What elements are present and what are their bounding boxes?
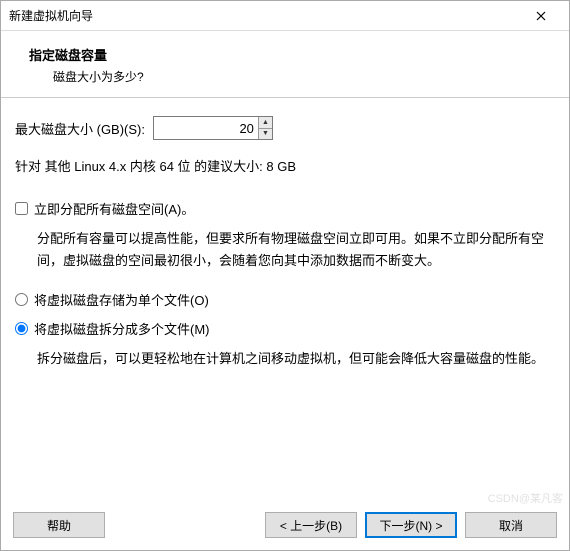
allocate-now-row: 立即分配所有磁盘空间(A)。 [15, 199, 555, 218]
close-button[interactable] [521, 2, 561, 30]
next-button[interactable]: 下一步(N) > [365, 512, 457, 538]
disk-size-spinbox: ▲ ▼ [153, 116, 273, 140]
help-button[interactable]: 帮助 [13, 512, 105, 538]
spin-buttons: ▲ ▼ [258, 117, 272, 139]
cancel-button[interactable]: 取消 [465, 512, 557, 538]
split-file-description: 拆分磁盘后，可以更轻松地在计算机之间移动虚拟机，但可能会降低大容量磁盘的性能。 [37, 348, 555, 370]
wizard-header: 指定磁盘容量 磁盘大小为多少? [1, 31, 569, 98]
titlebar: 新建虚拟机向导 [1, 1, 569, 31]
spin-down-button[interactable]: ▼ [259, 129, 272, 140]
recommended-size-text: 针对 其他 Linux 4.x 内核 64 位 的建议大小: 8 GB [15, 156, 555, 175]
header-subtitle: 磁盘大小为多少? [15, 68, 555, 85]
single-file-label: 将虚拟磁盘存储为单个文件(O) [34, 290, 209, 309]
single-file-row: 将虚拟磁盘存储为单个文件(O) [15, 290, 555, 309]
disk-size-row: 最大磁盘大小 (GB)(S): ▲ ▼ [15, 116, 555, 140]
disk-size-input[interactable] [154, 117, 258, 139]
header-title: 指定磁盘容量 [15, 45, 555, 64]
allocate-now-description: 分配所有容量可以提高性能，但要求所有物理磁盘空间立即可用。如果不立即分配所有空间… [37, 228, 555, 272]
allocate-now-label: 立即分配所有磁盘空间(A)。 [34, 199, 194, 218]
wizard-content: 最大磁盘大小 (GB)(S): ▲ ▼ 针对 其他 Linux 4.x 内核 6… [1, 98, 569, 502]
disk-size-label: 最大磁盘大小 (GB)(S): [15, 119, 145, 138]
split-file-radio[interactable] [15, 322, 28, 335]
single-file-radio[interactable] [15, 293, 28, 306]
allocate-now-checkbox[interactable] [15, 202, 28, 215]
split-file-row: 将虚拟磁盘拆分成多个文件(M) [15, 319, 555, 338]
window-title: 新建虚拟机向导 [9, 7, 521, 24]
wizard-footer: 帮助 < 上一步(B) 下一步(N) > 取消 [1, 502, 569, 550]
wizard-window: 新建虚拟机向导 指定磁盘容量 磁盘大小为多少? 最大磁盘大小 (GB)(S): … [0, 0, 570, 551]
back-button[interactable]: < 上一步(B) [265, 512, 357, 538]
split-file-label: 将虚拟磁盘拆分成多个文件(M) [34, 319, 210, 338]
close-icon [536, 11, 546, 21]
spin-up-button[interactable]: ▲ [259, 117, 272, 129]
